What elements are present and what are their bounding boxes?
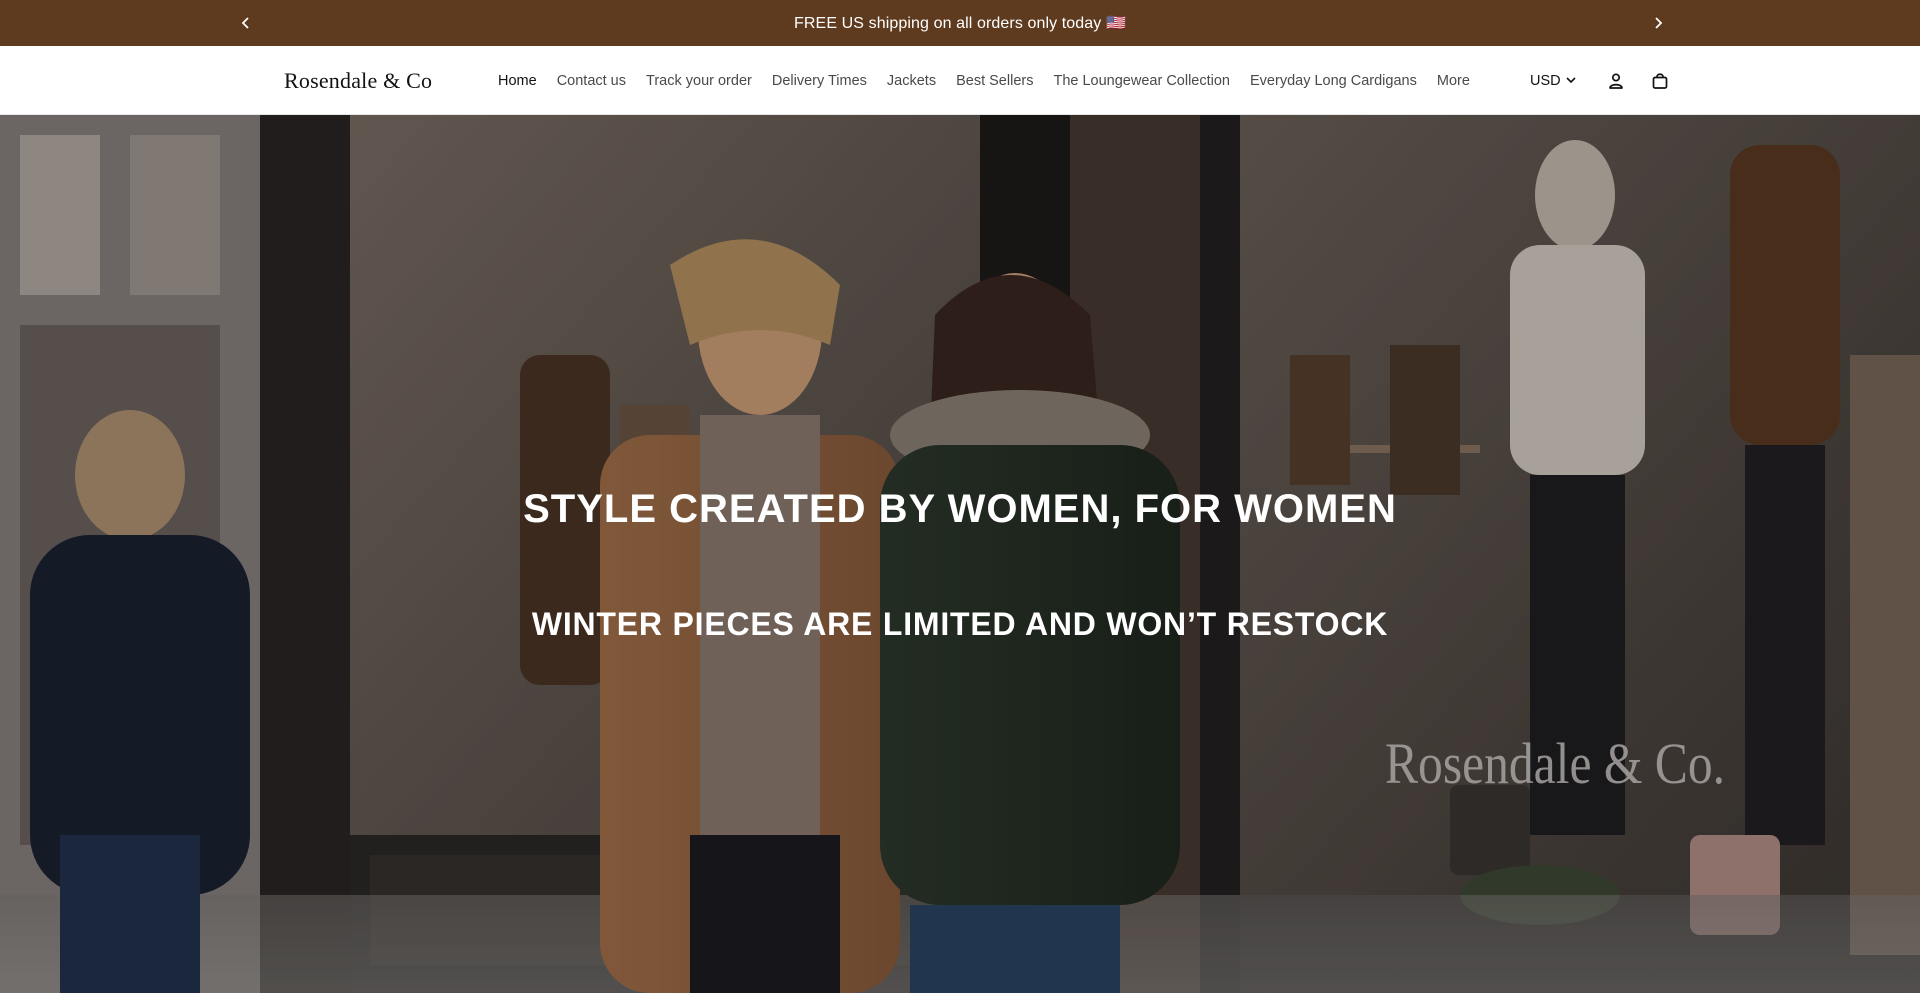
announcement-prev-button[interactable] <box>226 0 266 46</box>
cart-icon <box>1652 72 1667 89</box>
nav-item-more[interactable]: More <box>1427 73 1480 89</box>
chevron-down-icon <box>1566 77 1576 84</box>
nav-item-best-sellers[interactable]: Best Sellers <box>946 73 1043 89</box>
hero-overlay <box>0 115 1920 993</box>
nav-item-long-cardigans[interactable]: Everyday Long Cardigans <box>1240 73 1427 89</box>
chevron-left-icon <box>241 17 249 29</box>
announcement-text: FREE US shipping on all orders only toda… <box>794 15 1126 32</box>
nav-item-contact-us[interactable]: Contact us <box>547 73 636 89</box>
nav-item-loungewear-collection[interactable]: The Loungewear Collection <box>1043 73 1240 89</box>
nav-item-jackets[interactable]: Jackets <box>877 73 946 89</box>
nav-item-delivery-times[interactable]: Delivery Times <box>762 73 877 89</box>
main-nav: Home Contact us Track your order Deliver… <box>488 46 1480 115</box>
account-icon <box>1608 72 1623 89</box>
store-logo[interactable]: Rosendale & Co <box>284 68 432 94</box>
cart-button[interactable] <box>1638 59 1682 103</box>
hero-title: STYLE CREATED BY WOMEN, FOR WOMEN <box>523 487 1397 531</box>
hero-banner: Rosendale & Co. STYLE CREATED BY WOMEN, … <box>0 115 1920 993</box>
announcement-bar: FREE US shipping on all orders only toda… <box>0 0 1920 46</box>
announcement-next-button[interactable] <box>1638 0 1678 46</box>
nav-item-track-order[interactable]: Track your order <box>636 73 762 89</box>
currency-selector[interactable]: USD <box>1530 73 1576 89</box>
header-actions: USD <box>1530 46 1682 115</box>
nav-item-home[interactable]: Home <box>488 73 547 89</box>
account-button[interactable] <box>1594 59 1638 103</box>
currency-label: USD <box>1530 72 1561 89</box>
chevron-right-icon <box>1655 17 1663 29</box>
hero-subtitle: WINTER PIECES ARE LIMITED AND WON’T REST… <box>531 606 1389 642</box>
site-header: Rosendale & Co Home Contact us Track you… <box>0 46 1920 115</box>
